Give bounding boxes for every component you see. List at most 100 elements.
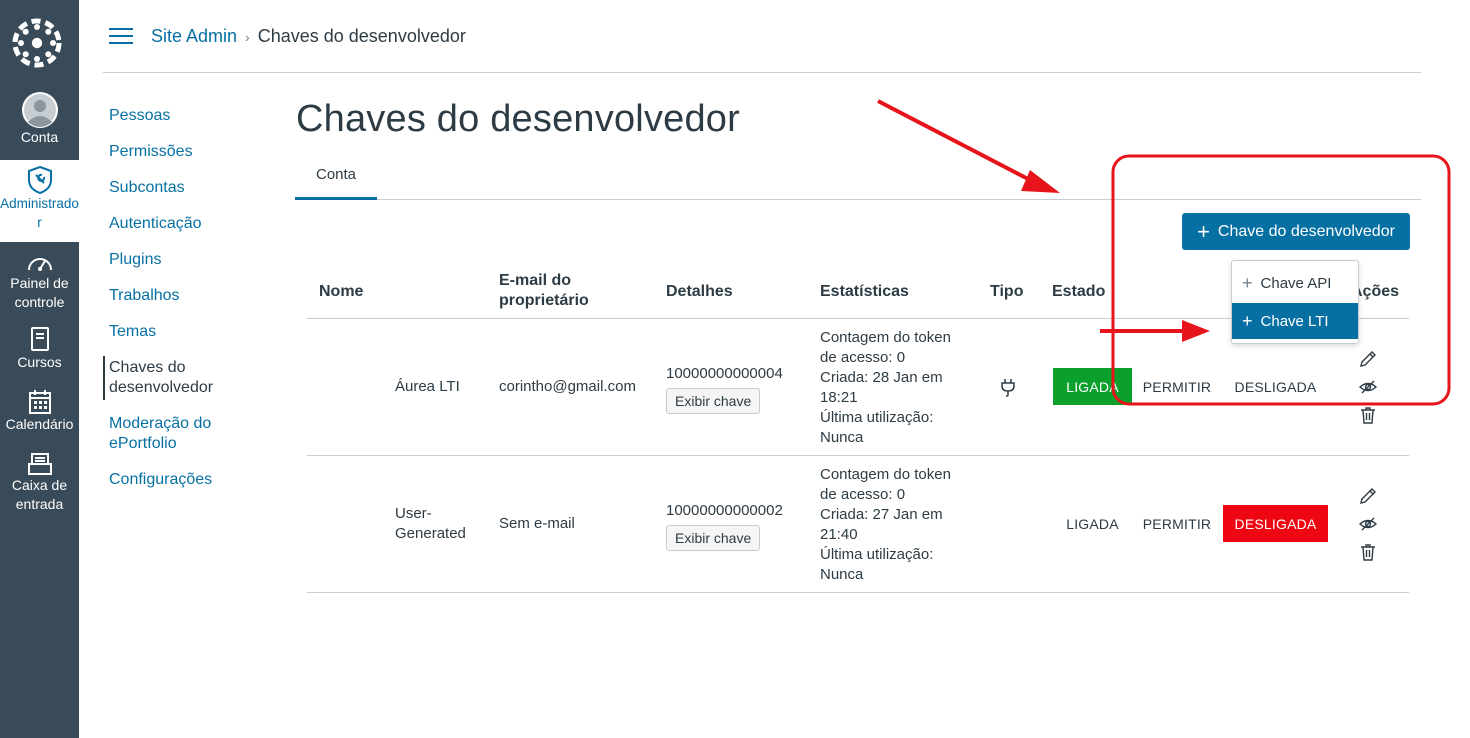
global-nav-label-line-1: Painel de bbox=[10, 275, 69, 291]
add-developer-key-label: Chave do desenvolvedor bbox=[1217, 222, 1395, 240]
developer-key-type-menu: + Chave API + Chave LTI bbox=[1231, 260, 1359, 344]
add-developer-key-button[interactable]: + Chave do desenvolvedor bbox=[1182, 213, 1410, 250]
stats-line: Contagem do token bbox=[820, 466, 951, 483]
breadcrumb-current: Chaves do desenvolvedor bbox=[257, 26, 466, 46]
global-nav-label-line-2: r bbox=[37, 215, 42, 230]
key-id: 10000000000004 bbox=[666, 365, 783, 382]
header-line-2: proprietário bbox=[499, 292, 589, 309]
column-header-name[interactable]: Nome bbox=[319, 282, 363, 302]
page-header: Site Admin › Chaves do desenvolvedor bbox=[103, 0, 1421, 73]
subnav-item-plugins[interactable]: Plugins bbox=[103, 248, 273, 272]
trash-icon[interactable] bbox=[1358, 542, 1378, 562]
key-stats: Contagem do token de acesso: 0 Criada: 2… bbox=[820, 465, 951, 585]
show-key-button[interactable]: Exibir chave bbox=[666, 388, 761, 414]
column-header-state[interactable]: Estado bbox=[1052, 282, 1105, 302]
stats-line: Criada: 27 Jan em bbox=[820, 506, 943, 523]
canvas-logo-icon[interactable] bbox=[12, 18, 62, 68]
menu-item-label: Chave LTI bbox=[1260, 312, 1329, 330]
global-nav-label: Conta bbox=[20, 129, 59, 145]
hamburger-menu-icon[interactable] bbox=[109, 28, 133, 46]
column-header-stats[interactable]: Estatísticas bbox=[820, 282, 909, 302]
subnav-label-line-1: Moderação do bbox=[109, 415, 212, 432]
stats-line: Nunca bbox=[820, 566, 864, 583]
stats-line: 18:21 bbox=[820, 389, 858, 406]
subnav-label-line-2: desenvolvedor bbox=[109, 379, 214, 396]
admin-subnav: Pessoas Permissões Subcontas Autenticaçã… bbox=[103, 104, 273, 504]
key-name: User- Generated bbox=[395, 504, 466, 544]
plug-icon bbox=[1001, 379, 1015, 397]
tab-list: Conta bbox=[295, 156, 1421, 200]
key-stats: Contagem do token de acesso: 0 Criada: 2… bbox=[820, 328, 951, 448]
subnav-item-developer-keys[interactable]: Chaves do desenvolvedor bbox=[103, 356, 273, 400]
global-nav: Conta Administrado r Painel de controle … bbox=[0, 0, 79, 738]
stats-line: Última utilização: bbox=[820, 409, 934, 426]
subnav-item-eportfolio-moderation[interactable]: Moderação do ePortfolio bbox=[103, 412, 273, 456]
calendar-icon bbox=[28, 390, 51, 414]
breadcrumb-site-admin-link[interactable]: Site Admin bbox=[151, 26, 237, 47]
stats-line: Criada: 28 Jan em bbox=[820, 369, 943, 386]
global-nav-label-line-2: entrada bbox=[15, 496, 64, 512]
table-row: User- Generated Sem e-mail 1000000000000… bbox=[307, 456, 1409, 593]
user-avatar-icon bbox=[21, 92, 58, 128]
column-header-owner-email[interactable]: E-mail do proprietário bbox=[499, 271, 589, 311]
plus-icon: + bbox=[1242, 310, 1253, 331]
subnav-label-line-1: Chaves do bbox=[109, 359, 186, 376]
global-nav-label: Cursos bbox=[17, 354, 62, 370]
stats-line: Nunca bbox=[820, 429, 864, 446]
subnav-item-subaccounts[interactable]: Subcontas bbox=[103, 176, 273, 200]
key-details: 10000000000002 Exibir chave bbox=[666, 501, 783, 551]
page-title: Chaves do desenvolvedor bbox=[296, 98, 740, 140]
subnav-label-line-2: ePortfolio bbox=[109, 435, 177, 452]
subnav-item-permissions[interactable]: Permissões bbox=[103, 140, 273, 164]
owner-email: corintho@gmail.com bbox=[499, 378, 636, 395]
key-name-line: User- bbox=[395, 505, 432, 522]
pencil-edit-icon[interactable] bbox=[1358, 486, 1378, 506]
courses-icon bbox=[30, 327, 49, 351]
subnav-item-jobs[interactable]: Trabalhos bbox=[103, 284, 273, 308]
plus-icon: + bbox=[1242, 272, 1253, 293]
pencil-edit-icon[interactable] bbox=[1358, 349, 1378, 369]
chevron-right-icon: › bbox=[245, 28, 250, 45]
menu-item-lti-key[interactable]: + Chave LTI bbox=[1232, 303, 1358, 339]
stats-line: de acesso: 0 bbox=[820, 486, 906, 503]
owner-email: Sem e-mail bbox=[499, 515, 575, 532]
stats-line: de acesso: 0 bbox=[820, 349, 906, 366]
stats-line: Contagem do token bbox=[820, 329, 951, 346]
breadcrumb: Site Admin › Chaves do desenvolvedor bbox=[151, 26, 466, 47]
inbox-icon bbox=[27, 453, 52, 475]
dashboard-icon bbox=[27, 258, 52, 271]
eye-hidden-icon[interactable] bbox=[1358, 377, 1378, 397]
global-nav-inbox[interactable]: Caixa de entrada bbox=[0, 452, 79, 514]
global-nav-label-line-2: controle bbox=[14, 294, 65, 310]
plus-icon: + bbox=[1197, 218, 1210, 244]
global-nav-courses[interactable]: Cursos bbox=[0, 327, 79, 372]
trash-icon[interactable] bbox=[1358, 405, 1378, 425]
state-on-button[interactable]: LIGADA bbox=[1053, 505, 1132, 542]
column-header-type[interactable]: Tipo bbox=[990, 282, 1023, 302]
column-header-details[interactable]: Detalhes bbox=[666, 282, 733, 302]
stats-line: Última utilização: bbox=[820, 546, 934, 563]
stats-line: 21:40 bbox=[820, 526, 858, 543]
global-nav-dashboard[interactable]: Painel de controle bbox=[0, 252, 79, 312]
state-on-button[interactable]: LIGADA bbox=[1053, 368, 1132, 405]
state-allow-button[interactable]: PERMITIR bbox=[1139, 505, 1215, 542]
eye-hidden-icon[interactable] bbox=[1358, 514, 1378, 534]
global-nav-label: Calendário bbox=[5, 416, 74, 432]
admin-shield-icon bbox=[27, 166, 52, 194]
show-key-button[interactable]: Exibir chave bbox=[666, 525, 761, 551]
state-off-button[interactable]: DESLIGADA bbox=[1223, 368, 1328, 405]
menu-item-api-key[interactable]: + Chave API bbox=[1232, 265, 1358, 301]
global-nav-calendar[interactable]: Calendário bbox=[0, 389, 79, 434]
subnav-item-themes[interactable]: Temas bbox=[103, 320, 273, 344]
subnav-item-people[interactable]: Pessoas bbox=[103, 104, 273, 128]
subnav-item-authentication[interactable]: Autenticação bbox=[103, 212, 273, 236]
state-off-button[interactable]: DESLIGADA bbox=[1223, 505, 1328, 542]
global-nav-label-line-1: Administrado bbox=[0, 196, 79, 211]
header-line-1: E-mail do bbox=[499, 272, 572, 289]
subnav-item-settings[interactable]: Configurações bbox=[103, 468, 273, 492]
global-nav-account[interactable]: Conta bbox=[0, 92, 79, 147]
state-allow-button[interactable]: PERMITIR bbox=[1139, 368, 1215, 405]
tab-account[interactable]: Conta bbox=[295, 156, 377, 200]
global-nav-admin[interactable]: Administrado r bbox=[0, 160, 79, 242]
key-name: Áurea LTI bbox=[395, 378, 460, 395]
